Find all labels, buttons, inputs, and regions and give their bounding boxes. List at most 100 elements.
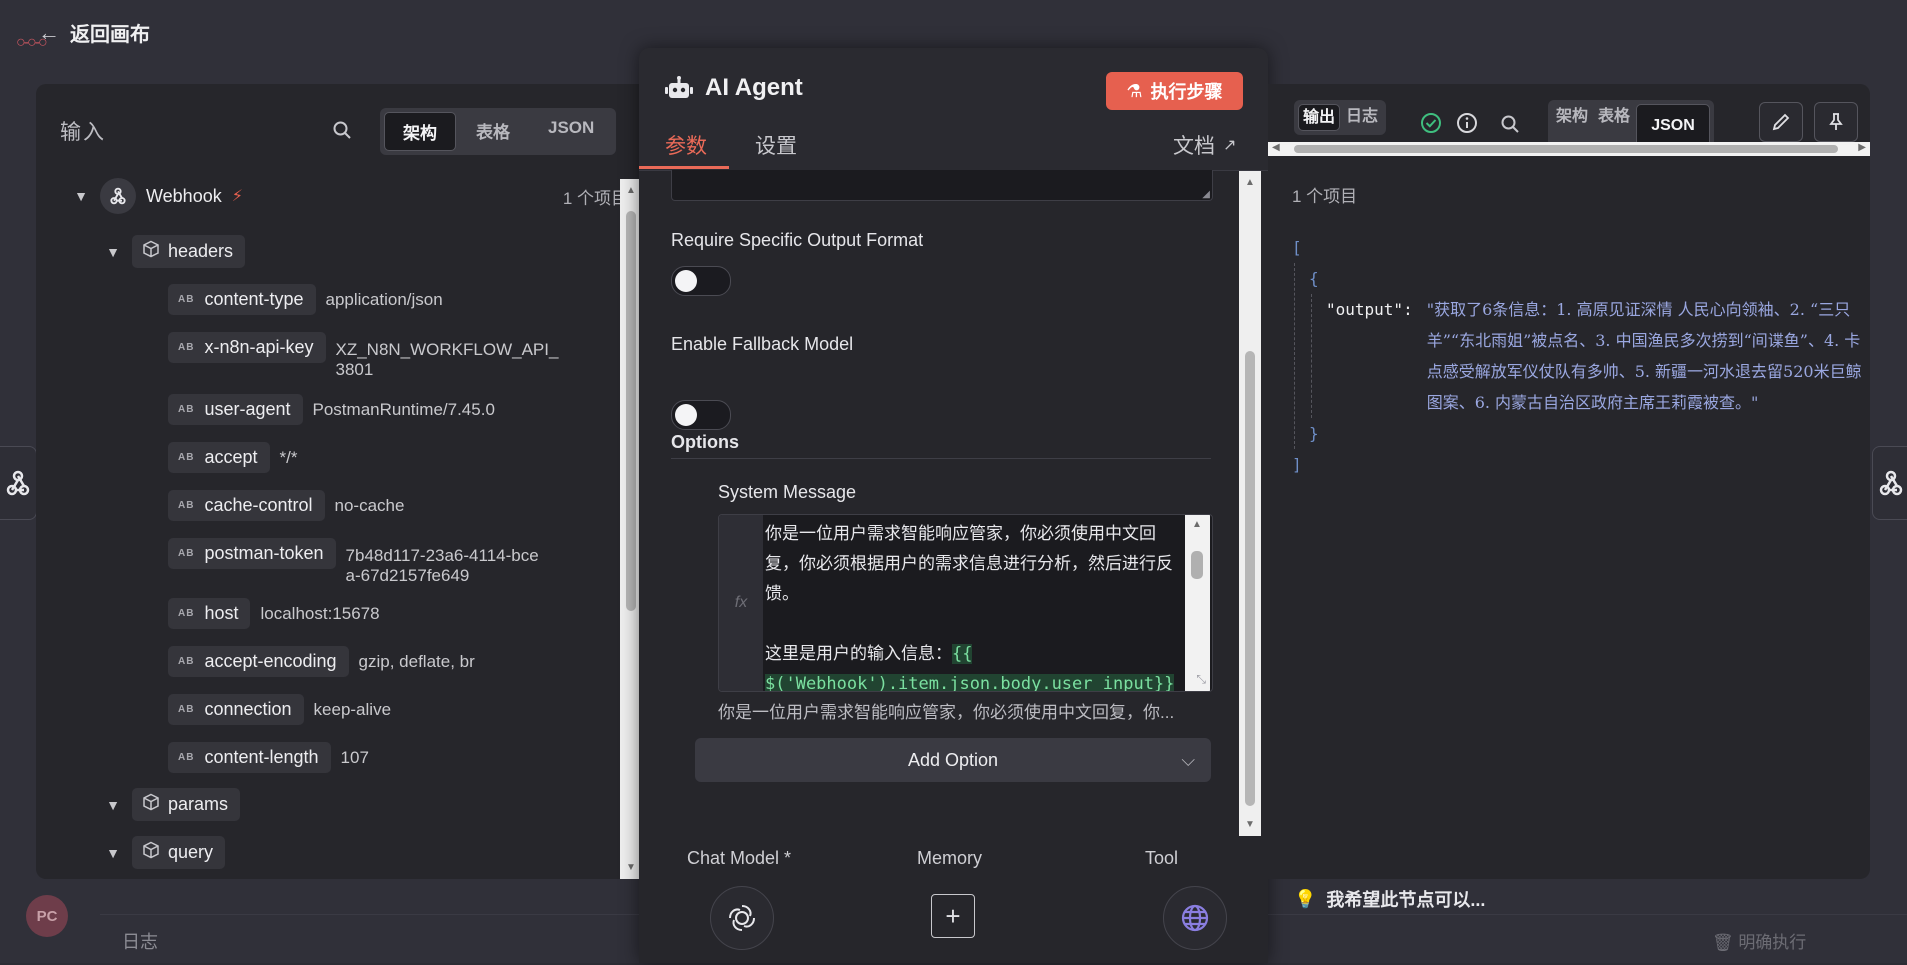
- scroll-up-icon[interactable]: ▲: [1245, 177, 1255, 188]
- back-to-canvas-link[interactable]: ← 返回画布: [38, 18, 150, 47]
- output-view-schema[interactable]: 架构: [1552, 104, 1592, 147]
- tree-node-webhook[interactable]: ▼ Webhook ⚡ 1 个项目: [72, 178, 628, 214]
- tab-parameters[interactable]: 参数: [665, 130, 707, 160]
- docs-link[interactable]: 文档 ↗: [1173, 130, 1236, 160]
- add-option-button[interactable]: Add Option ⌵: [695, 738, 1211, 782]
- pencil-icon: [1772, 113, 1790, 131]
- editor-scrollbar[interactable]: ▲: [1185, 515, 1210, 691]
- header-key: user-agent: [204, 399, 291, 419]
- scroll-thumb[interactable]: [1245, 351, 1255, 806]
- prev-node-handle[interactable]: [0, 446, 37, 520]
- flask-icon: ⚗: [1126, 80, 1143, 101]
- enable-fallback-label: Enable Fallback Model: [671, 334, 854, 354]
- success-check-icon: [1420, 112, 1442, 139]
- scroll-up-icon[interactable]: ▲: [1192, 519, 1202, 530]
- scroll-down-icon[interactable]: ▼: [626, 862, 636, 873]
- output-item-count: 1 个项目: [1292, 187, 1358, 206]
- header-key: connection: [204, 699, 292, 719]
- info-icon[interactable]: [1456, 112, 1478, 139]
- header-value: no-cache: [334, 495, 405, 515]
- scroll-up-icon[interactable]: ▲: [626, 185, 636, 196]
- tab-logs[interactable]: 日志: [1342, 104, 1382, 131]
- webhook-icon: [100, 178, 136, 214]
- input-view-table[interactable]: 表格: [458, 112, 528, 151]
- header-key: cache-control: [204, 495, 313, 515]
- arrow-left-icon: ←: [38, 19, 60, 45]
- json-open-brace: {: [1309, 269, 1319, 288]
- cube-icon: [142, 841, 160, 864]
- parameters-scrollbar[interactable]: ▲ ▼: [1239, 171, 1261, 836]
- webhook-icon: [6, 470, 30, 496]
- execute-step-button[interactable]: ⚗ 执行步骤: [1106, 72, 1243, 110]
- header-key: content-type: [204, 289, 304, 309]
- scroll-left-icon[interactable]: ◀: [1272, 142, 1280, 153]
- key-pill: AB user-agent: [168, 394, 303, 425]
- resize-handle-icon[interactable]: ◢: [1202, 189, 1210, 200]
- tab-settings[interactable]: 设置: [755, 130, 797, 160]
- system-message-line1: 你是一位用户需求智能响应管家，你必须使用中文回复，你必须根据用户的需求信息进行分…: [765, 524, 1173, 604]
- avatar[interactable]: PC: [26, 895, 68, 937]
- docs-label: 文档: [1173, 135, 1215, 158]
- object-pill: query: [132, 836, 226, 869]
- header-row[interactable]: AB user-agent PostmanRuntime/7.45.0: [168, 394, 495, 425]
- tool-node[interactable]: [1163, 886, 1227, 950]
- prompt-textarea[interactable]: ◢: [671, 170, 1213, 201]
- enable-fallback-toggle[interactable]: [671, 400, 731, 430]
- tree-object-headers[interactable]: ▼ headers: [104, 235, 246, 268]
- input-view-schema[interactable]: 架构: [384, 112, 456, 151]
- key-pill: AB connection: [168, 694, 304, 725]
- header-row[interactable]: AB x-n8n-api-key XZ_N8N_WORKFLOW_API_3801: [168, 332, 564, 380]
- clear-execution-button[interactable]: 🗑 明确执行: [1712, 928, 1806, 953]
- tab-output[interactable]: 输出: [1298, 104, 1340, 131]
- system-message-editor[interactable]: fx 你是一位用户需求智能响应管家，你必须使用中文回复，你必须根据用户的需求信息…: [718, 514, 1213, 692]
- key-pill: AB cache-control: [168, 490, 325, 521]
- search-icon[interactable]: [1500, 114, 1520, 139]
- expand-editor-icon[interactable]: ⤡: [1196, 672, 1206, 687]
- header-row[interactable]: AB postman-token 7b48d117-23a6-4114-bcea-6…: [168, 538, 546, 586]
- edit-output-button[interactable]: [1759, 102, 1803, 142]
- string-type-icon: AB: [178, 704, 195, 715]
- tree-object-params[interactable]: ▼ params: [104, 788, 241, 821]
- header-row[interactable]: AB host localhost:15678: [168, 598, 380, 629]
- object-key: params: [168, 794, 229, 814]
- add-memory-button[interactable]: +: [931, 894, 975, 938]
- scroll-right-icon[interactable]: ▶: [1858, 142, 1866, 153]
- output-view-table[interactable]: 表格: [1594, 104, 1634, 147]
- header-value: keep-alive: [313, 699, 392, 719]
- input-view-json[interactable]: JSON: [530, 112, 612, 151]
- ask-ai-hint[interactable]: 💡 我希望此节点可以...: [1294, 886, 1485, 912]
- chat-model-node[interactable]: [710, 886, 774, 950]
- tree-object-query[interactable]: ▼ query: [104, 836, 226, 869]
- scroll-down-icon[interactable]: ▼: [1245, 819, 1255, 830]
- output-horizontal-scrollbar[interactable]: ◀ ▶: [1268, 142, 1870, 156]
- pin-output-button[interactable]: [1814, 102, 1858, 142]
- log-label[interactable]: 日志: [122, 928, 158, 954]
- search-icon[interactable]: [332, 120, 352, 145]
- string-type-icon: AB: [178, 342, 195, 353]
- scroll-thumb[interactable]: [1294, 145, 1838, 153]
- key-pill: AB postman-token: [168, 538, 336, 569]
- plus-icon: +: [931, 894, 975, 938]
- item-count: 1 个项目: [562, 188, 628, 208]
- header-row[interactable]: AB cache-control no-cache: [168, 490, 404, 521]
- object-pill: params: [132, 788, 241, 821]
- system-message-text[interactable]: 你是一位用户需求智能响应管家，你必须使用中文回复，你必须根据用户的需求信息进行分…: [765, 519, 1183, 691]
- lightning-icon: ⚡: [231, 188, 243, 205]
- scroll-thumb[interactable]: [1191, 551, 1203, 579]
- require-output-format-toggle[interactable]: [671, 266, 731, 296]
- tool-label: Tool: [1145, 848, 1179, 868]
- header-row[interactable]: AB accept-encoding gzip, deflate, br: [168, 646, 475, 677]
- header-row[interactable]: AB content-length 107: [168, 742, 369, 773]
- header-row[interactable]: AB connection keep-alive: [168, 694, 391, 725]
- scroll-thumb[interactable]: [626, 211, 636, 611]
- agent-name: AI Agent: [705, 74, 803, 101]
- header-row[interactable]: AB content-type application/json: [168, 284, 443, 315]
- ai-agent-panel: AI Agent ⚗ 执行步骤 参数 设置 文档 ↗ ◢ Require Spe…: [639, 48, 1268, 963]
- string-type-icon: AB: [178, 548, 195, 559]
- chevron-down-icon: ▼: [74, 188, 88, 204]
- json-close-bracket: ]: [1292, 455, 1302, 474]
- agent-title: AI Agent: [665, 74, 803, 102]
- header-row[interactable]: AB accept */*: [168, 442, 297, 473]
- next-node-handle[interactable]: [1872, 446, 1907, 520]
- output-view-json[interactable]: JSON: [1636, 104, 1710, 147]
